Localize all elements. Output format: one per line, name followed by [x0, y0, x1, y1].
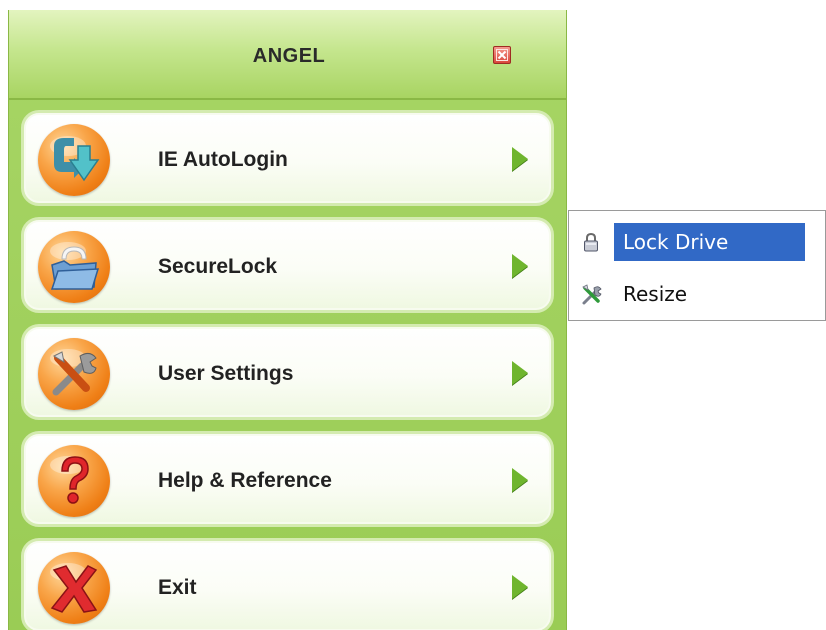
- window-title: ANGEL: [252, 45, 326, 67]
- menu-item-securelock[interactable]: SecureLock: [21, 217, 554, 313]
- padlock-icon: [581, 232, 601, 252]
- download-arrow-icon: [38, 124, 110, 196]
- menu-item-label: User Settings: [158, 362, 294, 385]
- tools-icon: [38, 338, 110, 410]
- menu-item-label: IE AutoLogin: [158, 148, 288, 171]
- menu-item-label: Help & Reference: [158, 469, 332, 492]
- close-icon: [496, 49, 508, 61]
- chevron-right-icon: [512, 468, 528, 492]
- chevron-right-icon: [512, 361, 528, 385]
- menu-item-label: Exit: [158, 576, 197, 599]
- menu-item-label: SecureLock: [158, 255, 278, 278]
- close-button[interactable]: [493, 46, 511, 64]
- angel-launcher-window: ANGEL IE AutoLogin SecureLock User Setti…: [8, 10, 567, 630]
- chevron-right-icon: [512, 575, 528, 599]
- chevron-right-icon: [512, 254, 528, 278]
- folder-lock-icon: [38, 231, 110, 303]
- title-bar[interactable]: ANGEL: [9, 10, 566, 100]
- menu-item-ie-autologin[interactable]: IE AutoLogin: [21, 110, 554, 206]
- menu-item-user-settings[interactable]: User Settings: [21, 324, 554, 420]
- screen: ANGEL IE AutoLogin SecureLock User Setti…: [0, 0, 826, 630]
- menu-item-exit[interactable]: Exit: [21, 538, 554, 630]
- menu-item-help-reference[interactable]: Help & Reference: [21, 431, 554, 527]
- securelock-submenu: Lock Drive Resize: [568, 210, 826, 321]
- submenu-item-lock-drive[interactable]: Lock Drive: [573, 223, 823, 261]
- chevron-right-icon: [512, 147, 528, 171]
- submenu-item-resize[interactable]: Resize: [573, 275, 823, 311]
- wrench-screwdriver-icon: [581, 284, 602, 305]
- submenu-item-label: Resize: [623, 282, 688, 306]
- question-mark-icon: [38, 445, 110, 517]
- submenu-item-label: Lock Drive: [623, 230, 729, 254]
- red-x-icon: [38, 552, 110, 624]
